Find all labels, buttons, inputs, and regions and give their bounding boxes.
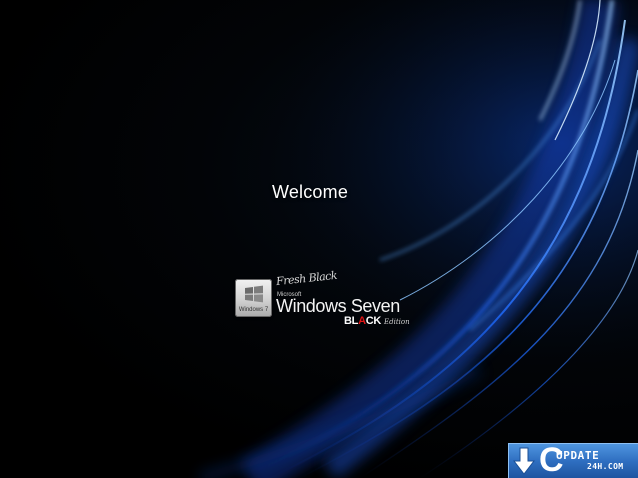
watermark-top-text: UPDATE — [556, 449, 600, 462]
logo-black-suffix: CK — [365, 315, 382, 327]
logon-screen: Welcome Windows 7 Fresh Black Microsoft … — [0, 0, 638, 478]
logo-black-accent-letter: A — [358, 315, 366, 327]
update24h-watermark: C UPDATE 24H.COM — [508, 441, 638, 478]
logo-title: Windows Seven — [276, 296, 400, 316]
wallpaper-light-swirl — [0, 0, 638, 478]
logo-edition-script: Edition — [384, 318, 410, 326]
logo-black-prefix: BL — [344, 315, 359, 327]
welcome-message: Welcome — [271, 182, 349, 202]
windows-7-badge: Windows 7 — [235, 279, 272, 317]
badge-label: Windows 7 — [238, 307, 269, 313]
download-arrow-icon — [513, 447, 535, 475]
logo-black-wordmark: BLACK — [344, 315, 381, 327]
windows-flag-icon — [245, 285, 263, 303]
watermark-bottom-text: 24H.COM — [587, 462, 624, 471]
windows-seven-black-logo: Windows 7 Fresh Black Microsoft Windows … — [232, 269, 417, 334]
